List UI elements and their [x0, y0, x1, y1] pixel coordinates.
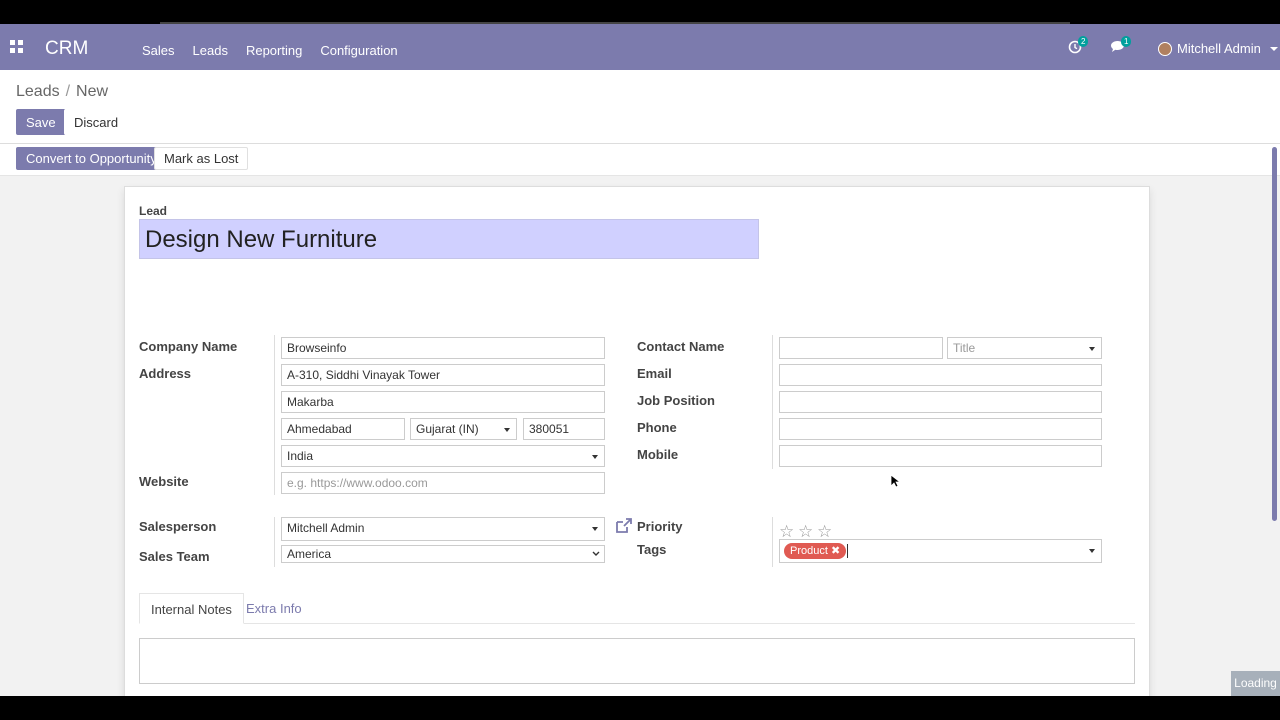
divider	[274, 335, 275, 495]
loading-indicator: Loading	[1231, 671, 1280, 696]
menu-sales[interactable]: Sales	[142, 43, 175, 58]
chevron-down-icon	[1269, 46, 1278, 51]
tab-internal-notes[interactable]: Internal Notes	[139, 593, 244, 624]
browser-top-strip	[0, 0, 1280, 24]
divider	[772, 517, 773, 567]
text-cursor	[847, 544, 848, 558]
lead-name-input[interactable]: Design New Furniture	[139, 219, 759, 259]
state-select[interactable]: Gujarat (IN)	[410, 418, 517, 440]
contact-name-label: Contact Name	[637, 339, 725, 354]
menu-reporting[interactable]: Reporting	[246, 43, 302, 58]
caret-down-icon	[592, 455, 598, 459]
country-value: India	[287, 449, 314, 463]
job-position-label: Job Position	[637, 393, 715, 408]
street2-field[interactable]: Makarba	[281, 391, 605, 413]
menu-configuration[interactable]: Configuration	[320, 43, 397, 58]
scrollbar[interactable]	[1272, 147, 1277, 521]
control-panel: Leads / New Save Discard	[0, 70, 1280, 144]
salesperson-select[interactable]: Mitchell Admin	[281, 517, 605, 541]
address-label: Address	[139, 366, 192, 381]
divider	[772, 335, 773, 469]
lead-label: Lead	[139, 204, 168, 218]
salesperson-value: Mitchell Admin	[287, 521, 365, 535]
save-button[interactable]: Save	[16, 109, 66, 135]
company-name-field[interactable]: Browseinfo	[281, 337, 605, 359]
tab-extra-info[interactable]: Extra Info	[235, 593, 313, 624]
breadcrumb-separator: /	[65, 83, 71, 100]
contact-name-field[interactable]	[779, 337, 943, 359]
tags-label: Tags	[637, 542, 667, 557]
form-statusbar: Convert to Opportunity Mark as Lost	[0, 144, 1280, 176]
messages-icon[interactable]: 1	[1110, 36, 1132, 56]
tags-field[interactable]: Product ✖	[779, 539, 1102, 563]
mark-as-lost-button[interactable]: Mark as Lost	[154, 147, 249, 170]
state-value: Gujarat (IN)	[416, 422, 479, 436]
title-placeholder: Title	[953, 341, 976, 355]
caret-down-icon	[1089, 347, 1095, 351]
messages-badge: 1	[1121, 36, 1132, 47]
title-select[interactable]: Title	[947, 337, 1102, 359]
email-field[interactable]	[779, 364, 1102, 386]
tag-badge: Product ✖	[784, 543, 847, 559]
activity-badge: 2	[1078, 36, 1089, 47]
phone-label: Phone	[637, 420, 677, 435]
mobile-field[interactable]	[779, 445, 1102, 467]
city-field[interactable]: Ahmedabad	[281, 418, 405, 440]
top-menu: Sales Leads Reporting Configuration	[142, 43, 398, 58]
activity-icon[interactable]: 2	[1068, 36, 1089, 57]
mobile-label: Mobile	[637, 447, 679, 462]
divider	[274, 517, 275, 567]
sales-team-value: America	[287, 547, 332, 561]
discard-button[interactable]: Discard	[64, 109, 129, 135]
user-name: Mitchell Admin	[1177, 41, 1261, 56]
sales-team-label: Sales Team	[139, 549, 210, 564]
main-navbar: CRM Sales Leads Reporting Configuration …	[0, 24, 1280, 70]
salesperson-label: Salesperson	[139, 519, 217, 534]
caret-down-icon	[504, 428, 510, 432]
notebook-tabs: Internal Notes Extra Info	[139, 593, 1135, 624]
mouse-cursor-icon	[890, 474, 900, 488]
breadcrumb-current: New	[76, 83, 109, 100]
breadcrumb-leads[interactable]: Leads	[16, 83, 60, 100]
user-avatar	[1158, 41, 1172, 56]
sales-team-select[interactable]: America	[281, 545, 605, 563]
external-link-icon[interactable]	[615, 518, 633, 537]
caret-down-icon	[592, 527, 598, 531]
country-select[interactable]: India	[281, 445, 605, 467]
phone-field[interactable]	[779, 418, 1102, 440]
chevron-down-icon	[592, 551, 600, 556]
zip-field[interactable]: 380051	[523, 418, 605, 440]
website-field[interactable]: e.g. https://www.odoo.com	[281, 472, 605, 494]
tag-remove-icon[interactable]: ✖	[831, 545, 840, 557]
menu-leads[interactable]: Leads	[193, 43, 228, 58]
form-sheet: Lead Design New Furniture Company Name A…	[124, 186, 1150, 696]
priority-label: Priority	[637, 519, 683, 534]
breadcrumb: Leads / New	[16, 83, 108, 101]
company-name-label: Company Name	[139, 339, 238, 354]
email-label: Email	[637, 366, 672, 381]
app-brand[interactable]: CRM	[45, 38, 88, 60]
apps-menu-icon[interactable]	[10, 40, 24, 54]
convert-to-opportunity-button[interactable]: Convert to Opportunity	[16, 147, 167, 170]
job-position-field[interactable]	[779, 391, 1102, 413]
street-field[interactable]: A-310, Siddhi Vinayak Tower	[281, 364, 605, 386]
caret-down-icon	[1089, 549, 1095, 553]
internal-notes-editor[interactable]	[139, 638, 1135, 684]
user-menu[interactable]: Mitchell Admin	[1158, 41, 1278, 56]
app-screen: CRM Sales Leads Reporting Configuration …	[0, 24, 1280, 696]
website-label: Website	[139, 474, 189, 489]
tag-label: Product	[790, 545, 828, 557]
